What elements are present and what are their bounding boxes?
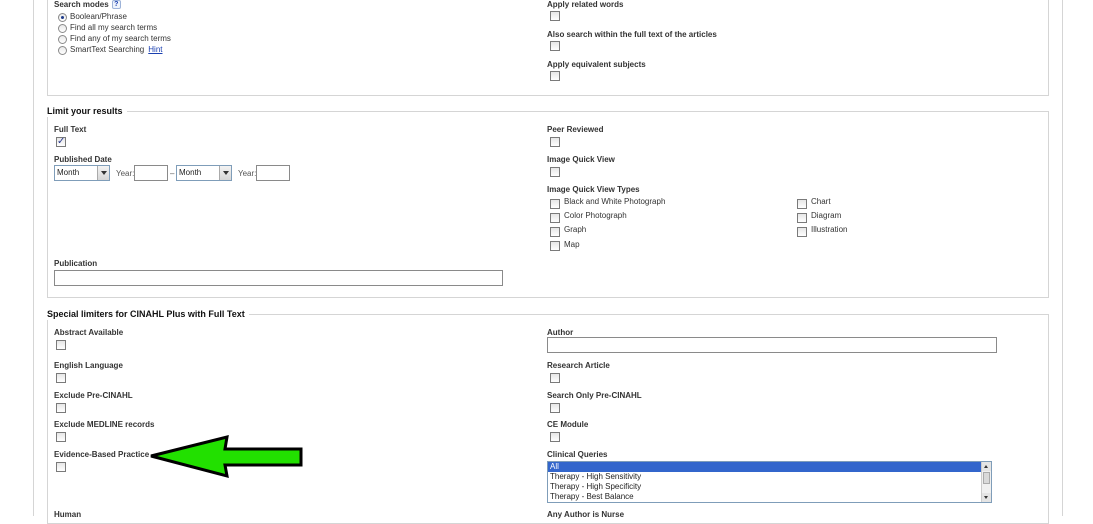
english-language-checkbox[interactable]	[56, 373, 66, 383]
list-item[interactable]: Therapy - High Specificity	[548, 482, 991, 492]
type-chart-label: Chart	[811, 197, 831, 206]
type-illustration-checkbox[interactable]	[797, 227, 807, 237]
search-only-pre-cinahl-label: Search Only Pre-CINAHL	[547, 391, 642, 400]
clinical-queries-listbox[interactable]: All Therapy - High Sensitivity Therapy -…	[547, 461, 992, 503]
publication-input[interactable]	[54, 270, 503, 286]
evidence-based-checkbox[interactable]	[56, 462, 66, 472]
type-diagram-label: Diagram	[811, 211, 842, 220]
human-label: Human	[54, 510, 82, 519]
image-quick-view-types-label: Image Quick View Types	[547, 185, 640, 194]
image-quick-view-label: Image Quick View	[547, 155, 615, 164]
apply-related-words-checkbox[interactable]	[550, 11, 560, 21]
published-from-month-select[interactable]: Month	[54, 165, 110, 181]
to-month-value: Month	[179, 168, 202, 177]
page-right-rail	[1062, 0, 1063, 516]
research-article-checkbox[interactable]	[550, 373, 560, 383]
list-item[interactable]: Therapy - High Sensitivity	[548, 472, 991, 482]
type-graph-label: Graph	[564, 225, 587, 234]
abstract-available-checkbox[interactable]	[56, 340, 66, 350]
hint-link[interactable]: Hint	[148, 45, 162, 54]
evidence-based-label: Evidence-Based Practice	[54, 450, 150, 459]
search-only-pre-cinahl-checkbox[interactable]	[550, 403, 560, 413]
search-modes-heading: Search modes?	[54, 0, 121, 10]
abstract-available-label: Abstract Available	[54, 328, 124, 337]
mode-label-boolean: Boolean/Phrase	[70, 12, 127, 21]
limit-results-title: Limit your results	[43, 105, 127, 117]
type-color-photo-label: Color Photograph	[564, 211, 627, 220]
mode-label-smarttext: SmartText Searching Hint	[70, 45, 163, 55]
full-text-search-checkbox[interactable]	[550, 41, 560, 51]
search-modes-label: Search modes	[54, 0, 109, 9]
scroll-up-icon[interactable]	[982, 462, 991, 471]
green-arrow-icon	[150, 434, 303, 479]
type-diagram-checkbox[interactable]	[797, 213, 807, 223]
type-graph-checkbox[interactable]	[550, 227, 560, 237]
arrow-shape	[150, 434, 303, 479]
ce-module-label: CE Module	[547, 420, 589, 429]
listbox-scrollbar[interactable]	[981, 462, 991, 502]
from-year-input[interactable]	[134, 165, 168, 181]
equivalent-subjects-label: Apply equivalent subjects	[547, 60, 646, 69]
radio-boolean-phrase[interactable]	[58, 13, 67, 22]
image-quick-view-checkbox[interactable]	[550, 167, 560, 177]
type-chart-checkbox[interactable]	[797, 199, 807, 209]
full-text-label: Full Text	[54, 125, 87, 134]
type-illustration-label: Illustration	[811, 225, 848, 234]
publication-label: Publication	[54, 259, 98, 268]
equivalent-subjects-checkbox[interactable]	[550, 71, 560, 81]
full-text-checkbox[interactable]	[56, 136, 66, 147]
to-year-label: Year:	[238, 169, 257, 178]
clinical-queries-label: Clinical Queries	[547, 450, 608, 459]
help-icon[interactable]: ?	[111, 0, 121, 9]
mode-label-find-any: Find any of my search terms	[70, 34, 171, 43]
mode-label-find-all: Find all my search terms	[70, 23, 158, 32]
radio-smarttext[interactable]	[58, 46, 67, 55]
any-author-nurse-label: Any Author is Nurse	[547, 510, 625, 519]
exclude-medline-label: Exclude MEDLINE records	[54, 420, 155, 429]
exclude-medline-checkbox[interactable]	[56, 432, 66, 442]
smarttext-label: SmartText Searching	[70, 45, 145, 54]
exclude-pre-cinahl-checkbox[interactable]	[56, 403, 66, 413]
type-map-checkbox[interactable]	[550, 241, 560, 251]
full-text-search-label: Also search within the full text of the …	[547, 30, 717, 39]
special-limiters-title: Special limiters for CINAHL Plus with Fu…	[43, 308, 249, 320]
apply-related-words-label: Apply related words	[547, 0, 624, 9]
peer-reviewed-checkbox[interactable]	[550, 137, 560, 147]
scroll-down-icon[interactable]	[982, 493, 991, 502]
research-article-label: Research Article	[547, 361, 610, 370]
type-color-photo-checkbox[interactable]	[550, 213, 560, 223]
radio-find-all[interactable]	[58, 24, 67, 33]
search-options-box	[47, 0, 1049, 96]
from-month-value: Month	[57, 168, 80, 177]
page-left-rail	[33, 0, 34, 516]
published-date-label: Published Date	[54, 155, 112, 164]
peer-reviewed-label: Peer Reviewed	[547, 125, 604, 134]
radio-find-any[interactable]	[58, 35, 67, 44]
scroll-thumb[interactable]	[983, 472, 990, 484]
chevron-down-icon	[219, 166, 231, 180]
from-year-label: Year:	[116, 169, 135, 178]
list-item[interactable]: Therapy - Best Balance	[548, 492, 991, 502]
exclude-pre-cinahl-label: Exclude Pre-CINAHL	[54, 391, 133, 400]
to-year-input[interactable]	[256, 165, 290, 181]
published-to-month-select[interactable]: Month	[176, 165, 232, 181]
type-bw-photo-checkbox[interactable]	[550, 199, 560, 209]
list-item[interactable]: All	[548, 462, 981, 472]
date-range-dash: –	[170, 169, 175, 178]
english-language-label: English Language	[54, 361, 123, 370]
type-map-label: Map	[564, 240, 580, 249]
type-bw-photo-label: Black and White Photograph	[564, 197, 666, 206]
chevron-down-icon	[97, 166, 109, 180]
author-input[interactable]	[547, 337, 997, 353]
ce-module-checkbox[interactable]	[550, 432, 560, 442]
